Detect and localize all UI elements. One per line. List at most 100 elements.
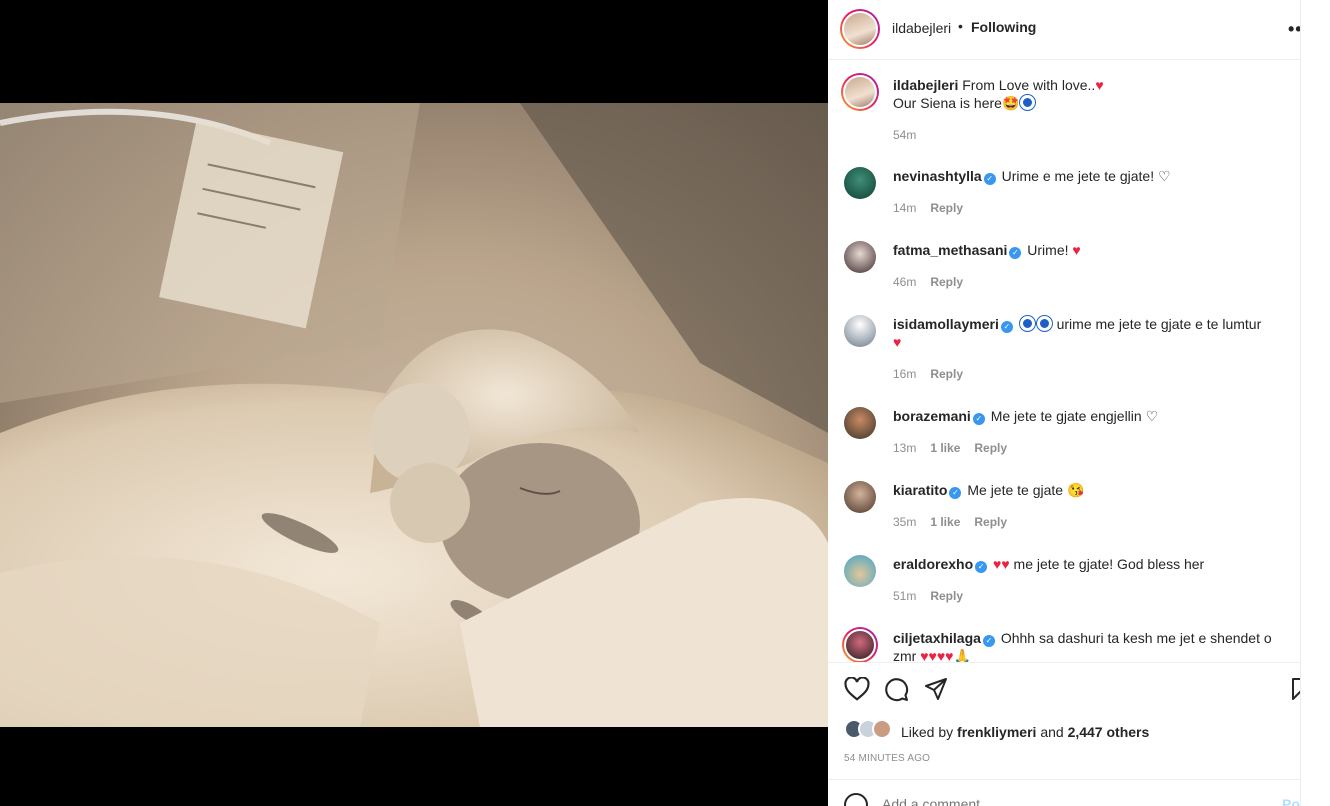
nazar-amulet-emoji [1019, 316, 1035, 331]
star-struck-emoji: 🤩 [1001, 95, 1020, 111]
comment-username[interactable]: nevinashtylla [893, 168, 982, 184]
newborn-photo-illustration [0, 103, 828, 727]
caption-line-2: Our Siena is here [893, 95, 1002, 111]
comment-username[interactable]: borazemani [893, 408, 971, 424]
comment-text: fatma_methasani ✓ Urime! ♥ [893, 241, 1273, 259]
caption-author-avatar[interactable] [841, 73, 879, 111]
red-heart-emoji: ♥ [893, 334, 902, 350]
reply-button[interactable]: Reply [930, 201, 963, 215]
comment-meta: 51m Reply [893, 589, 963, 603]
comment-username[interactable]: fatma_methasani [893, 242, 1007, 258]
red-heart-emoji: ♥♥ [993, 556, 1010, 572]
comments-list[interactable]: ildabejleri From Love with love..♥ Our S… [828, 60, 1300, 662]
commenter-avatar[interactable] [844, 167, 876, 199]
comment-username[interactable]: ciljetaxhilaga [893, 630, 981, 646]
liker-avatar [872, 719, 892, 739]
verified-badge-icon: ✓ [949, 487, 962, 499]
verified-badge-icon: ✓ [975, 561, 988, 573]
add-comment-bar: Post [828, 779, 1312, 806]
kissing-face-emoji: 😘 [1066, 482, 1085, 498]
comment-body: Me jete te gjate [967, 482, 1064, 498]
caption-username[interactable]: ildabejleri [893, 77, 958, 93]
comment-meta: 14m Reply [893, 201, 963, 215]
liked-by-text: Liked by frenkliymeri and 2,447 others [901, 724, 1149, 740]
caption-text: ildabejleri From Love with love..♥ Our S… [893, 76, 1273, 112]
heart-icon[interactable] [844, 677, 870, 701]
scrollbar-track[interactable] [1300, 0, 1330, 806]
comment-text: nevinashtylla ✓ Urime e me jete te gjate!… [893, 167, 1273, 185]
commenter-avatar[interactable] [844, 407, 876, 439]
folded-hands-emoji: 🙏 [953, 648, 971, 662]
likes-count[interactable]: 2,447 others [1068, 724, 1150, 740]
red-heart-emoji: ♥ [1072, 242, 1081, 258]
post-media-area [0, 0, 828, 806]
verified-badge-icon: ✓ [1000, 321, 1013, 333]
comment-time: 46m [893, 275, 917, 289]
comment-input[interactable] [882, 796, 1202, 806]
verified-badge-icon: ✓ [982, 635, 995, 647]
comment-text: ciljetaxhilaga ✓ Ohhh sa dashuri ta kesh … [893, 629, 1273, 662]
share-icon[interactable] [924, 677, 948, 701]
comment-body-continued: zmr [893, 648, 917, 662]
comment-body: Urime! [1027, 242, 1069, 258]
post-timestamp[interactable]: 54 MINUTES AGO [844, 753, 930, 764]
commenter-avatar[interactable] [844, 241, 876, 273]
comment-meta: 13m 1 like Reply [893, 441, 1007, 455]
reply-button[interactable]: Reply [930, 367, 963, 381]
comment-username[interactable]: kiaratito [893, 482, 947, 498]
comment-likes[interactable]: 1 like [930, 441, 960, 455]
caption-time: 54m [893, 128, 917, 142]
comment-username[interactable]: eraldorexho [893, 556, 973, 572]
post-side-panel: ildabejleri • Following ••• ildabejleri … [828, 0, 1312, 806]
red-heart-emoji: ♥♥♥♥ [920, 648, 954, 662]
comment-text: eraldorexho ✓ ♥♥ me jete te gjate! God bl… [893, 555, 1273, 573]
comment-meta: 16m Reply [893, 367, 963, 381]
comment-time: 16m [893, 367, 917, 381]
comment-text: isidamollaymeri ✓ urime me jete te gjate … [893, 315, 1273, 351]
comment-body: Ohhh sa dashuri ta kesh me jet e shendet… [1000, 630, 1272, 646]
nazar-amulet-emoji [1036, 316, 1052, 331]
post-header: ildabejleri • Following ••• [828, 0, 1309, 60]
comment-time: 51m [893, 589, 917, 603]
liked-by-prefix: Liked by [901, 724, 954, 740]
comment-body: Urime e me jete te gjate! [1001, 168, 1155, 184]
verified-badge-icon: ✓ [972, 413, 985, 425]
comment-likes[interactable]: 1 like [930, 515, 960, 529]
comment-meta: 35m 1 like Reply [893, 515, 1007, 529]
reply-button[interactable]: Reply [930, 275, 963, 289]
comment-time: 13m [893, 441, 917, 455]
commenter-avatar[interactable] [844, 315, 876, 347]
commenter-avatar[interactable] [842, 627, 878, 662]
following-button[interactable]: Following [971, 19, 1036, 35]
commenter-avatar[interactable] [844, 481, 876, 513]
author-username[interactable]: ildabejleri [892, 20, 951, 36]
white-heart-emoji: ♡ [1158, 168, 1171, 184]
liked-by-user[interactable]: frenkliymeri [957, 724, 1036, 740]
reply-button[interactable]: Reply [974, 515, 1007, 529]
comment-body: Me jete te gjate engjellin [990, 408, 1142, 424]
author-avatar[interactable] [840, 9, 880, 49]
post-actions: Liked by frenkliymeri and 2,447 others 5… [828, 662, 1312, 806]
red-heart-emoji: ♥ [1095, 77, 1104, 93]
header-separator: • [958, 18, 963, 34]
comment-body: me jete te gjate! God bless her [1013, 556, 1205, 572]
comment-icon[interactable] [884, 677, 909, 702]
white-heart-emoji: ♡ [1145, 408, 1159, 424]
comment-text: kiaratito ✓ Me jete te gjate 😘 [893, 481, 1273, 499]
comment-username[interactable]: isidamollaymeri [893, 316, 999, 332]
verified-badge-icon: ✓ [983, 173, 996, 185]
reply-button[interactable]: Reply [930, 589, 963, 603]
comment-text: borazemani ✓ Me jete te gjate engjellin ♡ [893, 407, 1273, 425]
commenter-avatar[interactable] [844, 555, 876, 587]
verified-badge-icon: ✓ [1009, 247, 1022, 259]
nazar-amulet-emoji [1020, 95, 1036, 110]
comment-time: 14m [893, 201, 917, 215]
liked-by-conj: and [1040, 724, 1064, 740]
comment-meta: 46m Reply [893, 275, 963, 289]
comment-time: 35m [893, 515, 917, 529]
emoji-icon[interactable] [844, 793, 868, 806]
caption-line-1: From Love with love.. [962, 77, 1096, 93]
post-photo[interactable] [0, 103, 828, 727]
comment-body: urime me jete te gjate e te lumtur [1056, 316, 1262, 332]
reply-button[interactable]: Reply [974, 441, 1007, 455]
